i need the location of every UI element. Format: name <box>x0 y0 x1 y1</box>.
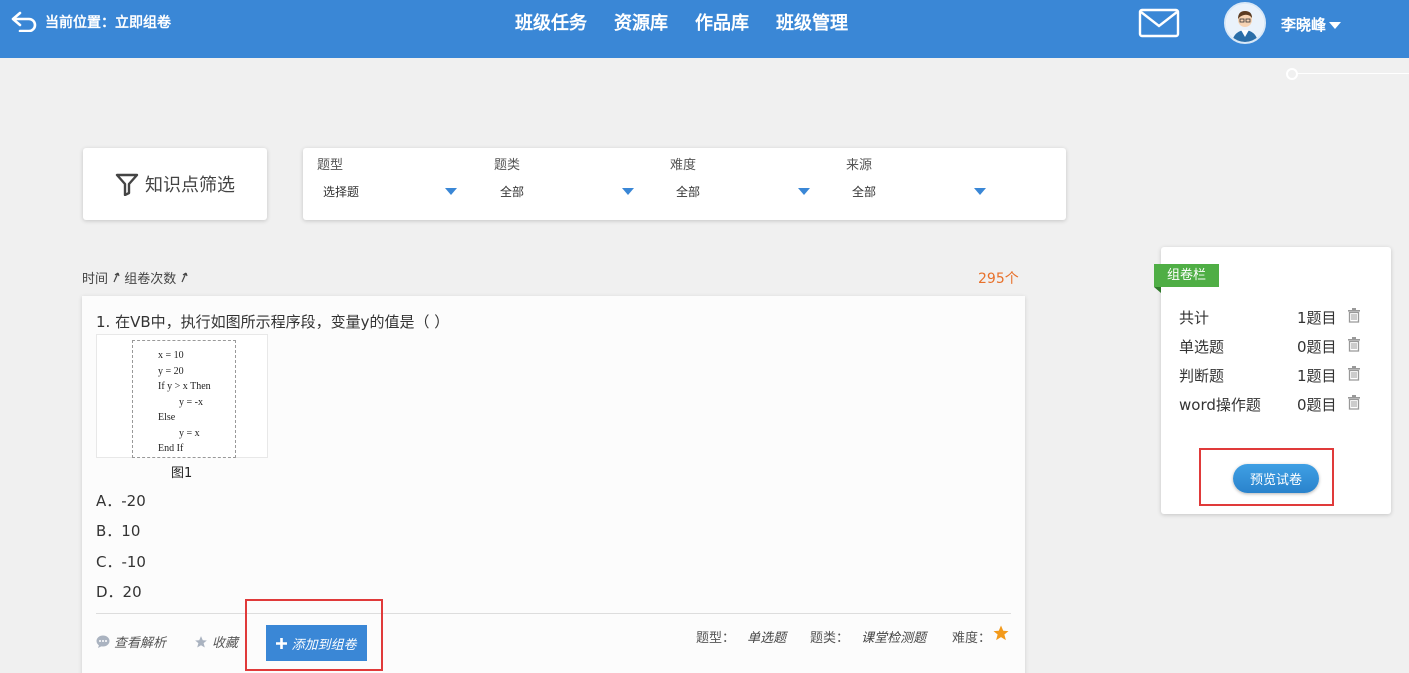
comment-icon <box>96 635 110 648</box>
main-nav: 班级任务 资源库 作品库 班级管理 <box>515 12 848 36</box>
difficulty-select[interactable]: 全部 <box>670 180 816 202</box>
decor-dot <box>1286 68 1298 80</box>
row-label: 判断题 <box>1179 367 1225 385</box>
caret-down-icon <box>1329 21 1342 29</box>
compose-row-word: word操作题 0题目 <box>1179 394 1364 416</box>
row-count: 0题目 <box>1297 338 1337 356</box>
dropdown-arrow-icon <box>622 188 634 195</box>
source-select[interactable]: 全部 <box>846 180 992 202</box>
filter-label: 难度 <box>670 158 697 173</box>
filter-question-category: 题类 全部 <box>480 148 640 220</box>
favorite-link[interactable]: 收藏 <box>194 632 238 651</box>
code-line: y = -x <box>179 396 203 408</box>
sort-row: 时间 组卷次数 <box>82 268 189 287</box>
tag-fold <box>1154 287 1161 293</box>
question-card: 1. 在VB中，执行如图所示程序段，变量y的值是（ ） x = 10 y = 2… <box>82 296 1025 673</box>
question-figure: x = 10 y = 20 If y > x Then y = -x Else … <box>96 334 268 458</box>
option-d: D．20 <box>96 583 142 601</box>
decor-line <box>1293 73 1409 74</box>
option-b: B．10 <box>96 522 141 540</box>
meta-category: 题类： 课堂检测题 <box>810 627 926 646</box>
trash-icon[interactable] <box>1347 395 1361 410</box>
nav-works-library[interactable]: 作品库 <box>695 12 749 36</box>
user-name: 李晓峰 <box>1281 16 1327 34</box>
sort-arrow-icon <box>181 272 189 283</box>
dropdown-arrow-icon <box>445 188 457 195</box>
meta-type-label: 题型： <box>696 631 736 646</box>
nav-class-management[interactable]: 班级管理 <box>776 12 848 36</box>
sort-by-count[interactable]: 组卷次数 <box>124 272 176 287</box>
knowledge-filter-button[interactable]: 知识点筛选 <box>83 148 267 220</box>
code-line: y = x <box>179 427 200 439</box>
row-count: 0题目 <box>1297 396 1337 414</box>
meta-category-label: 题类： <box>810 631 850 646</box>
divider <box>96 613 1011 614</box>
code-line: End If <box>158 443 184 454</box>
select-value: 全部 <box>852 185 877 199</box>
avatar[interactable] <box>1224 2 1266 44</box>
compose-tag: 组卷栏 <box>1154 264 1219 287</box>
dropdown-arrow-icon <box>974 188 986 195</box>
meta-type-value: 单选题 <box>747 631 787 646</box>
total-count: 295个 <box>978 271 1019 287</box>
compose-row-total: 共计 1题目 <box>1179 307 1364 329</box>
row-count: 1题目 <box>1297 367 1337 385</box>
question-type-select[interactable]: 选择题 <box>317 180 463 202</box>
question-title: 1. 在VB中，执行如图所示程序段，变量y的值是（ ） <box>96 313 450 331</box>
dropdown-arrow-icon <box>798 188 810 195</box>
figure-caption: 图1 <box>171 466 193 481</box>
compose-row-single-choice: 单选题 0题目 <box>1179 336 1364 358</box>
code-line: x = 10 <box>158 350 184 361</box>
knowledge-filter-label: 知识点筛选 <box>145 175 235 196</box>
filter-label: 题型 <box>317 158 344 173</box>
user-menu[interactable]: 李晓峰 <box>1281 14 1342 35</box>
row-label: 共计 <box>1179 309 1210 327</box>
difficulty-star-icon <box>993 625 1009 641</box>
sort-by-time[interactable]: 时间 <box>82 272 108 287</box>
code-block: x = 10 y = 20 If y > x Then y = -x Else … <box>132 340 236 458</box>
nav-class-tasks[interactable]: 班级任务 <box>515 12 587 36</box>
breadcrumb: 当前位置：立即组卷 <box>45 15 171 31</box>
highlight-box <box>245 599 383 671</box>
meta-type: 题型： 单选题 <box>696 627 786 646</box>
nav-resource-library[interactable]: 资源库 <box>614 12 668 36</box>
filter-icon <box>115 173 139 196</box>
filter-difficulty: 难度 全部 <box>656 148 816 220</box>
filter-question-type: 题型 选择题 <box>303 148 463 220</box>
code-line: Else <box>158 412 176 423</box>
view-analysis-link[interactable]: 查看解析 <box>96 632 166 651</box>
meta-difficulty: 难度： <box>952 627 991 646</box>
code-line: If y > x Then <box>158 381 211 392</box>
favorite-label: 收藏 <box>212 636 239 651</box>
filter-panel: 题型 选择题 题类 全部 难度 全部 来源 全部 <box>303 148 1066 220</box>
compose-row-true-false: 判断题 1题目 <box>1179 365 1364 387</box>
row-label: word操作题 <box>1179 396 1261 414</box>
meta-difficulty-label: 难度： <box>952 631 992 646</box>
view-analysis-label: 查看解析 <box>114 636 167 651</box>
select-value: 全部 <box>500 185 525 199</box>
star-icon <box>195 635 207 648</box>
sort-arrow-icon <box>113 272 120 283</box>
option-a: A．-20 <box>96 492 146 510</box>
trash-icon[interactable] <box>1347 308 1361 323</box>
mail-icon[interactable] <box>1138 8 1180 38</box>
row-label: 单选题 <box>1179 338 1225 356</box>
filter-label: 来源 <box>846 158 873 173</box>
select-value: 选择题 <box>323 185 360 199</box>
option-c: C．-10 <box>96 553 146 571</box>
trash-icon[interactable] <box>1347 366 1361 381</box>
code-line: y = 20 <box>158 365 184 377</box>
back-icon[interactable] <box>10 10 40 33</box>
filter-label: 题类 <box>494 158 521 173</box>
question-category-select[interactable]: 全部 <box>494 180 640 202</box>
meta-category-value: 课堂检测题 <box>861 631 927 646</box>
highlight-box <box>1199 448 1334 506</box>
row-count: 1题目 <box>1297 309 1337 327</box>
select-value: 全部 <box>676 185 701 199</box>
filter-source: 来源 全部 <box>832 148 992 220</box>
trash-icon[interactable] <box>1347 337 1361 352</box>
